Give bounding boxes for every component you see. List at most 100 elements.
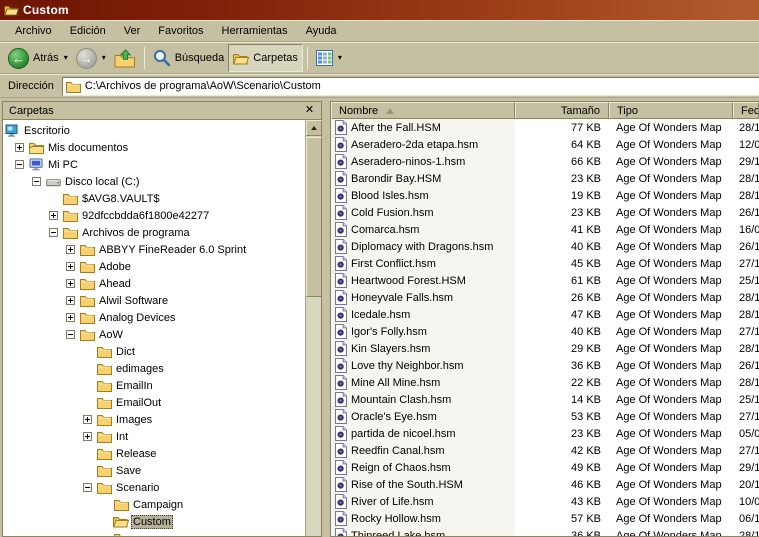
tree-item-alwil-software[interactable]: Alwil Software (3, 292, 305, 309)
file-row[interactable]: Aseradero-2da etapa.hsm 64 KB Age Of Wonde… (331, 136, 759, 153)
tree-item-scenario[interactable]: Scenario (3, 479, 305, 496)
file-row[interactable]: Kin Slayers.hsm 29 KB Age Of Wonders Map 28… (331, 340, 759, 357)
file-size: 40 KB (571, 325, 601, 338)
column-header-nombre[interactable]: Nombre (331, 102, 515, 119)
forward-button[interactable]: → ▾ (72, 44, 110, 72)
file-row[interactable]: Rise of the South.HSM 46 KB Age Of Wonders… (331, 476, 759, 493)
collapse-minus-icon[interactable] (49, 228, 58, 237)
folders-button[interactable]: Carpetas (228, 44, 303, 72)
map-file-icon (335, 273, 347, 288)
up-button[interactable] (110, 44, 140, 72)
file-row[interactable]: First Conflict.hsm 45 KB Age Of Wonders Ma… (331, 255, 759, 272)
tree-item-release[interactable]: Release (3, 445, 305, 462)
map-file-icon (335, 290, 347, 305)
tree-item-campaign[interactable]: Campaign (3, 496, 305, 513)
file-row[interactable]: Mine All Mine.hsm 22 KB Age Of Wonders Map… (331, 374, 759, 391)
tree-item-item[interactable] (3, 530, 305, 536)
expand-plus-icon[interactable] (66, 279, 75, 288)
file-row[interactable]: Mountain Clash.hsm 14 KB Age Of Wonders Ma… (331, 391, 759, 408)
tree-item-ahead[interactable]: Ahead (3, 275, 305, 292)
file-row[interactable]: Heartwood Forest.HSM 61 KB Age Of Wonders … (331, 272, 759, 289)
expand-plus-icon[interactable] (83, 415, 92, 424)
expand-plus-icon[interactable] (66, 313, 75, 322)
menu-item-archivo[interactable]: Archivo (6, 22, 61, 40)
file-row[interactable]: Comarca.hsm 41 KB Age Of Wonders Map 16/0 (331, 221, 759, 238)
file-row[interactable]: River of Life.hsm 43 KB Age Of Wonders Map… (331, 493, 759, 510)
menu-item-ayuda[interactable]: Ayuda (297, 22, 346, 40)
tree-item-disco-local-c[interactable]: Disco local (C:) (3, 173, 305, 190)
menu-item-edici-n[interactable]: Edición (61, 22, 115, 40)
map-file-icon (335, 511, 347, 526)
file-name: Reedfin Canal.hsm (351, 444, 445, 457)
views-dropdown-icon[interactable]: ▾ (338, 54, 342, 62)
file-row[interactable]: Icedale.hsm 47 KB Age Of Wonders Map 28/1 (331, 306, 759, 323)
scrollbar-thumb[interactable] (306, 137, 322, 297)
file-row[interactable]: Barondir Bay.HSM 23 KB Age Of Wonders Map 2… (331, 170, 759, 187)
file-row[interactable]: Igor's Folly.hsm 40 KB Age Of Wonders Map 2… (331, 323, 759, 340)
close-icon[interactable]: ✕ (302, 104, 317, 118)
collapse-minus-icon[interactable] (32, 177, 41, 186)
file-row[interactable]: Oracle's Eye.hsm 53 KB Age Of Wonders Map 2… (331, 408, 759, 425)
column-header-label: Tipo (617, 104, 638, 117)
address-input[interactable] (84, 78, 759, 94)
menu-item-favoritos[interactable]: Favoritos (149, 22, 212, 40)
forward-dropdown-icon[interactable]: ▾ (102, 54, 106, 62)
tree-item-int[interactable]: Int (3, 428, 305, 445)
tree-item-analog-devices[interactable]: Analog Devices (3, 309, 305, 326)
back-arrow-icon: ← (8, 47, 29, 69)
tree-item-emailin[interactable]: EmailIn (3, 377, 305, 394)
tree-item-aow[interactable]: AoW (3, 326, 305, 343)
menu-item-herramientas[interactable]: Herramientas (213, 22, 297, 40)
folder-icon (95, 430, 113, 443)
views-button[interactable]: ▾ (312, 44, 346, 72)
file-row[interactable]: Aseradero-ninos-1.hsm 66 KB Age Of Wonders… (331, 153, 759, 170)
back-dropdown-icon[interactable]: ▾ (64, 54, 68, 62)
file-row[interactable]: Reedfin Canal.hsm 42 KB Age Of Wonders Map… (331, 442, 759, 459)
collapse-minus-icon[interactable] (15, 160, 24, 169)
file-row[interactable]: After the Fall.HSM 77 KB Age Of Wonders Ma… (331, 119, 759, 136)
collapse-minus-icon[interactable] (66, 330, 75, 339)
collapse-minus-icon[interactable] (83, 483, 92, 492)
file-row[interactable]: Love thy Neighbor.hsm 36 KB Age Of Wonders… (331, 357, 759, 374)
back-button[interactable]: ← Atrás ▾ (4, 44, 72, 72)
file-size: 36 KB (571, 359, 601, 372)
expand-plus-icon[interactable] (83, 432, 92, 441)
tree-item-archivos-de-programa[interactable]: Archivos de programa (3, 224, 305, 241)
tree-item-abbyy-finereader-6-0-sprint[interactable]: ABBYY FineReader 6.0 Sprint (3, 241, 305, 258)
tree-item-emailout[interactable]: EmailOut (3, 394, 305, 411)
file-row[interactable]: Diplomacy with Dragons.hsm 40 KB Age Of Wo… (331, 238, 759, 255)
tree-item-images[interactable]: Images (3, 411, 305, 428)
tree-item-mi-pc[interactable]: Mi PC (3, 156, 305, 173)
column-header-fech[interactable]: Fech (733, 102, 759, 119)
tree-item-adobe[interactable]: Adobe (3, 258, 305, 275)
tree-item-dict[interactable]: Dict (3, 343, 305, 360)
file-row[interactable]: Blood Isles.hsm 19 KB Age Of Wonders Map 28… (331, 187, 759, 204)
tree-item-avg8-vault[interactable]: $AVG8.VAULT$ (3, 190, 305, 207)
expander-slot (82, 413, 95, 426)
file-row[interactable]: Thinreed Lake.hsm 36 KB Age Of Wonders Map… (331, 527, 759, 536)
file-row[interactable]: partida de nicoel.hsm 23 KB Age Of Wonders… (331, 425, 759, 442)
file-row[interactable]: Honeyvale Falls.hsm 26 KB Age Of Wonders M… (331, 289, 759, 306)
tree-item-92dfccbdda6f1800e42277[interactable]: 92dfccbdda6f1800e42277 (3, 207, 305, 224)
tree-item-save[interactable]: Save (3, 462, 305, 479)
expander-slot (65, 277, 78, 290)
expand-plus-icon[interactable] (15, 143, 24, 152)
tree-scrollbar[interactable] (305, 120, 322, 536)
tree-item-custom[interactable]: Custom (3, 513, 305, 530)
expand-plus-icon[interactable] (66, 262, 75, 271)
tree-item-escritorio[interactable]: Escritorio (3, 122, 305, 139)
file-row[interactable]: Rocky Hollow.hsm 57 KB Age Of Wonders Map 0… (331, 510, 759, 527)
menu-item-ver[interactable]: Ver (115, 22, 150, 40)
tree-item-mis-documentos[interactable]: Mis documentos (3, 139, 305, 156)
expand-plus-icon[interactable] (66, 296, 75, 305)
expand-plus-icon[interactable] (66, 245, 75, 254)
search-button[interactable]: Búsqueda (149, 44, 229, 72)
file-row[interactable]: Cold Fusion.hsm 23 KB Age Of Wonders Map 26… (331, 204, 759, 221)
column-header-tama-o[interactable]: Tamaño (515, 102, 609, 119)
file-row[interactable]: Reign of Chaos.hsm 49 KB Age Of Wonders Ma… (331, 459, 759, 476)
column-header-tipo[interactable]: Tipo (609, 102, 733, 119)
expand-plus-icon[interactable] (49, 211, 58, 220)
tree-item-edimages[interactable]: edimages (3, 360, 305, 377)
scroll-up-icon[interactable] (306, 120, 322, 136)
file-size: 46 KB (571, 478, 601, 491)
